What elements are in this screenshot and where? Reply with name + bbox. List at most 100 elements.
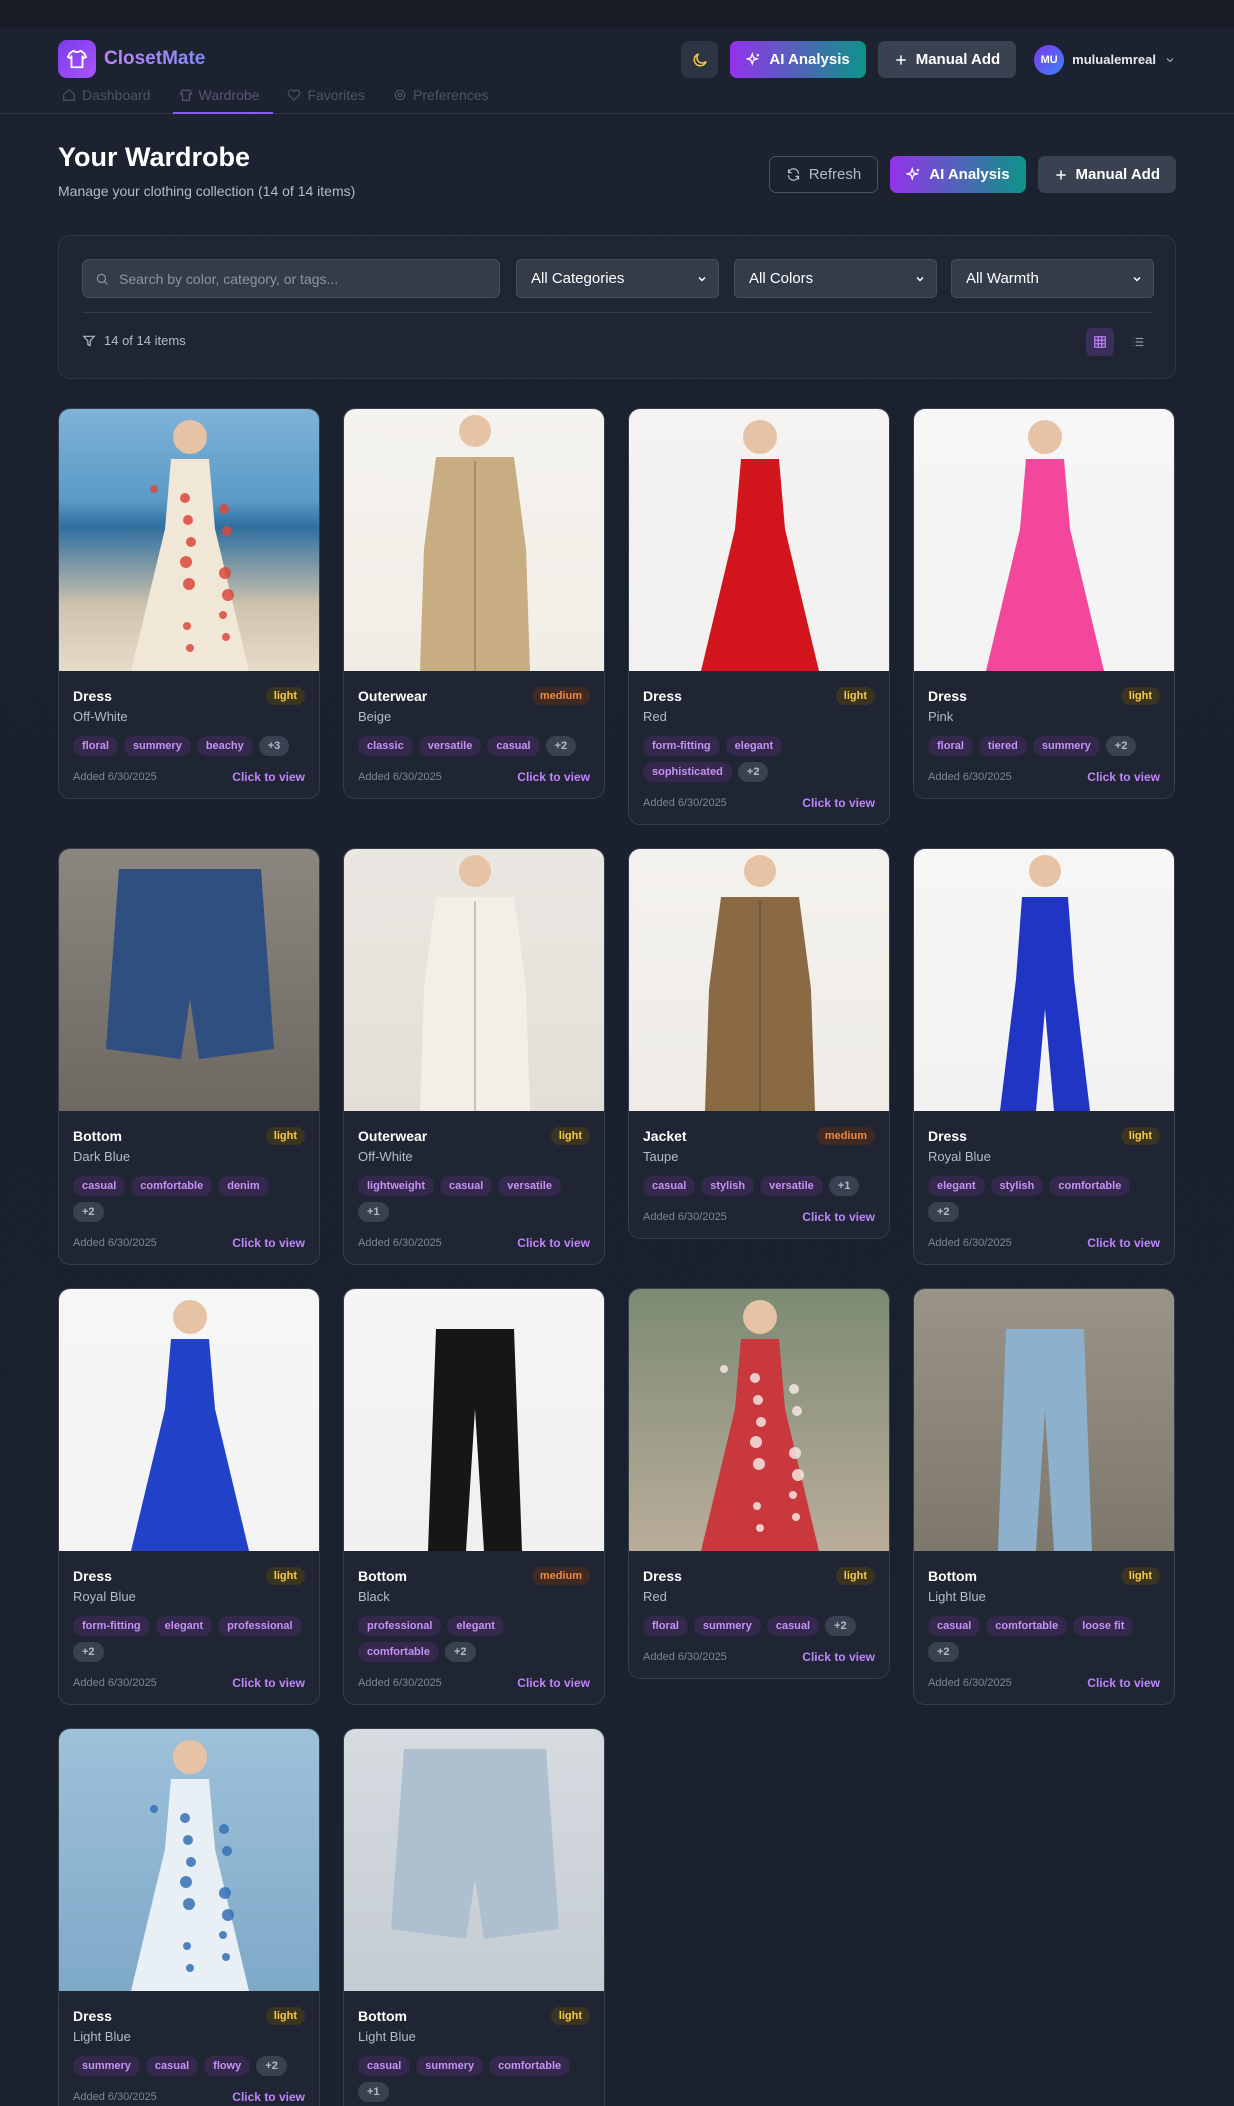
item-photo[interactable]	[914, 849, 1174, 1111]
click-to-view-link[interactable]: Click to view	[232, 2090, 305, 2104]
more-tags-badge[interactable]: +2	[928, 1202, 959, 1222]
item-photo[interactable]	[59, 849, 319, 1111]
item-photo[interactable]	[59, 409, 319, 671]
more-tags-badge[interactable]: +2	[73, 1202, 104, 1222]
item-color: Royal Blue	[928, 1149, 991, 1164]
manual-add-button[interactable]: Manual Add	[1037, 156, 1176, 193]
wardrobe-item-card[interactable]: Bottom light Light Blue casual summery com…	[343, 1728, 605, 2106]
wardrobe-item-card[interactable]: Dress light Red form-fitting elegant sophi…	[628, 408, 890, 825]
username: mulualemreal	[1072, 52, 1156, 67]
more-tags-badge[interactable]: +1	[828, 1176, 860, 1196]
wardrobe-item-card[interactable]: Bottom medium Black professional elegant c…	[343, 1288, 605, 1705]
tag: stylish	[701, 1176, 755, 1196]
wardrobe-item-card[interactable]: Dress light Red floral summery casual +2 Ad…	[628, 1288, 890, 1679]
item-photo[interactable]	[344, 849, 604, 1111]
wardrobe-item-card[interactable]: Bottom light Light Blue casual comfortabl…	[913, 1288, 1175, 1705]
item-photo[interactable]	[914, 409, 1174, 671]
tab-wardrobe[interactable]: Wardrobe	[165, 76, 274, 114]
tab-favorites[interactable]: Favorites	[273, 76, 379, 114]
tag: elegant	[928, 1176, 985, 1196]
item-photo[interactable]	[344, 409, 604, 671]
app-logo[interactable]: ClosetMate	[58, 40, 205, 78]
theme-toggle-button[interactable]	[681, 41, 719, 78]
more-tags-badge[interactable]: +2	[444, 1642, 476, 1662]
more-tags-badge[interactable]: +2	[73, 1642, 104, 1662]
click-to-view-link[interactable]: Click to view	[232, 770, 305, 784]
tag: versatile	[760, 1176, 823, 1196]
category-select[interactable]: All Categories	[516, 259, 719, 298]
wardrobe-item-card[interactable]: Jacket medium Taupe casual stylish versati…	[628, 848, 890, 1239]
click-to-view-link[interactable]: Click to view	[517, 770, 590, 784]
added-date: Added 6/30/2025	[928, 771, 1012, 783]
tag: comfortable	[489, 2056, 571, 2076]
color-select[interactable]: All Colors	[734, 259, 937, 298]
item-tags: professional elegant comfortable +2	[358, 1616, 590, 1662]
more-tags-badge[interactable]: +2	[928, 1642, 959, 1662]
grid-view-button[interactable]	[1086, 328, 1114, 356]
click-to-view-link[interactable]: Click to view	[802, 1210, 875, 1224]
item-photo[interactable]	[629, 849, 889, 1111]
click-to-view-link[interactable]: Click to view	[517, 1236, 590, 1250]
header-ai-analysis-button[interactable]: AI Analysis	[730, 41, 866, 78]
list-view-button[interactable]	[1124, 328, 1152, 356]
more-tags-badge[interactable]: +2	[545, 736, 577, 756]
item-photo[interactable]	[914, 1289, 1174, 1551]
item-color: Light Blue	[358, 2029, 416, 2044]
click-to-view-link[interactable]: Click to view	[232, 1236, 305, 1250]
more-tags-badge[interactable]: +2	[256, 2056, 287, 2076]
item-category: Dress	[73, 2008, 112, 2024]
tag: comfortable	[986, 1616, 1068, 1636]
click-to-view-link[interactable]: Click to view	[232, 1676, 305, 1690]
wardrobe-item-card[interactable]: Dress light Royal Blue elegant stylish com…	[913, 848, 1175, 1265]
wardrobe-grid: Dress light Off-White floral summery beach…	[58, 408, 1176, 2106]
search-box[interactable]	[82, 259, 500, 298]
click-to-view-link[interactable]: Click to view	[1087, 1236, 1160, 1250]
wardrobe-item-card[interactable]: Dress light Pink floral tiered summery +2 A…	[913, 408, 1175, 799]
item-tags: classic versatile casual +2	[358, 736, 590, 756]
item-photo[interactable]	[629, 1289, 889, 1551]
item-photo[interactable]	[344, 1289, 604, 1551]
user-menu[interactable]: MU mulualemreal	[1034, 44, 1176, 75]
more-tags-badge[interactable]: +1	[358, 2082, 389, 2102]
more-tags-badge[interactable]: +2	[737, 762, 769, 782]
click-to-view-link[interactable]: Click to view	[802, 1650, 875, 1664]
tab-preferences[interactable]: Preferences	[379, 76, 502, 114]
sparkles-icon	[906, 167, 920, 181]
search-input[interactable]	[119, 270, 479, 287]
warmth-select[interactable]: All Warmth	[951, 259, 1154, 298]
wardrobe-item-card[interactable]: Outerwear light Off-White lightweight cas…	[343, 848, 605, 1265]
tag: comfortable	[131, 1176, 213, 1196]
item-photo[interactable]	[59, 1729, 319, 1991]
page-actions: Refresh AI Analysis Manual Add	[768, 156, 1176, 193]
wardrobe-item-card[interactable]: Dress light Off-White floral summery beach…	[58, 408, 320, 799]
wardrobe-item-card[interactable]: Dress light Royal Blue form-fitting elega…	[58, 1288, 320, 1705]
more-tags-badge[interactable]: +2	[1105, 736, 1137, 756]
click-to-view-link[interactable]: Click to view	[802, 796, 875, 810]
refresh-button[interactable]: Refresh	[768, 156, 879, 193]
item-category: Dress	[643, 1568, 682, 1584]
click-to-view-link[interactable]: Click to view	[517, 1676, 590, 1690]
warmth-badge: light	[1120, 1127, 1160, 1145]
more-tags-badge[interactable]: +3	[258, 736, 290, 756]
wardrobe-item-card[interactable]: Dress light Light Blue summery casual flow…	[58, 1728, 320, 2106]
more-tags-badge[interactable]: +1	[358, 1202, 389, 1222]
header-manual-add-button[interactable]: Manual Add	[877, 41, 1017, 78]
warmth-badge: light	[550, 1127, 590, 1145]
tab-dashboard[interactable]: Dashboard	[58, 76, 165, 114]
more-tags-badge[interactable]: +2	[825, 1616, 856, 1636]
tag: floral	[73, 736, 118, 756]
item-photo[interactable]	[629, 409, 889, 671]
click-to-view-link[interactable]: Click to view	[1087, 770, 1160, 784]
item-color: Black	[358, 1589, 390, 1604]
wardrobe-item-card[interactable]: Outerwear medium Beige classic versatile c…	[343, 408, 605, 799]
click-to-view-link[interactable]: Click to view	[1087, 1676, 1160, 1690]
header-ai-analysis-label: AI Analysis	[769, 51, 850, 68]
heart-icon	[288, 89, 301, 102]
list-icon	[1132, 337, 1144, 347]
item-color: Light Blue	[928, 1589, 986, 1604]
ai-analysis-button[interactable]: AI Analysis	[890, 156, 1026, 193]
warmth-badge: light	[265, 687, 305, 705]
item-photo[interactable]	[344, 1729, 604, 1991]
wardrobe-item-card[interactable]: Bottom light Dark Blue casual comfortable…	[58, 848, 320, 1265]
item-photo[interactable]	[59, 1289, 319, 1551]
